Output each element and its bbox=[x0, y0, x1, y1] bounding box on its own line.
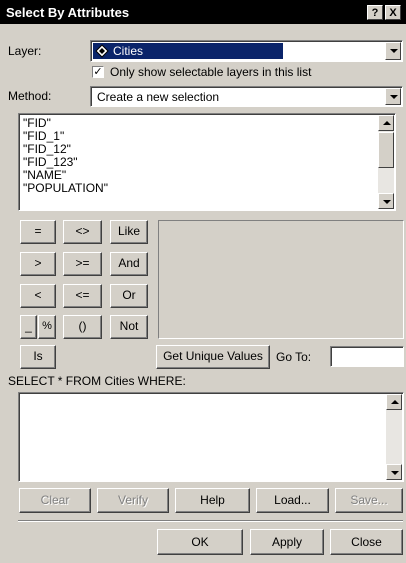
chevron-up-icon bbox=[391, 400, 399, 404]
query-textarea[interactable] bbox=[18, 392, 404, 482]
fields-list[interactable]: "FID" "FID_1" "FID_12" "FID_123" "NAME" … bbox=[18, 113, 396, 211]
title-bar: Select By Attributes ? X bbox=[0, 0, 406, 24]
save-button[interactable]: Save... bbox=[335, 488, 403, 513]
operator-parentheses-button[interactable]: () bbox=[63, 315, 102, 339]
clear-button[interactable]: Clear bbox=[19, 488, 91, 513]
operator-equals-button[interactable]: = bbox=[20, 220, 56, 244]
layer-value: Cities bbox=[113, 44, 144, 58]
layer-diamond-icon bbox=[95, 44, 109, 58]
goto-input[interactable] bbox=[330, 346, 404, 367]
verify-button[interactable]: Verify bbox=[97, 488, 169, 513]
field-item[interactable]: "POPULATION" bbox=[23, 182, 108, 195]
fields-list-items: "FID" "FID_1" "FID_12" "FID_123" "NAME" … bbox=[23, 117, 108, 195]
scroll-up-button[interactable] bbox=[386, 394, 402, 410]
query-label: SELECT * FROM Cities WHERE: bbox=[8, 374, 186, 388]
ok-button[interactable]: OK bbox=[157, 529, 243, 555]
operator-like-button[interactable]: Like bbox=[110, 220, 148, 244]
layer-dropdown-button[interactable] bbox=[385, 42, 401, 60]
operator-greater-button[interactable]: > bbox=[20, 252, 56, 276]
unique-values-list[interactable] bbox=[158, 220, 404, 339]
method-dropdown-button[interactable] bbox=[385, 88, 401, 105]
scroll-thumb[interactable] bbox=[378, 132, 394, 168]
method-label: Method: bbox=[8, 89, 52, 103]
only-selectable-label: Only show selectable layers in this list bbox=[110, 65, 312, 79]
apply-button[interactable]: Apply bbox=[250, 529, 324, 555]
operator-is-button[interactable]: Is bbox=[20, 345, 56, 369]
scroll-up-button[interactable] bbox=[378, 115, 394, 131]
operator-underscore-button[interactable]: _ bbox=[20, 315, 37, 339]
only-selectable-checkbox[interactable]: ✓ bbox=[92, 66, 104, 78]
operator-greater-equal-button[interactable]: >= bbox=[63, 252, 102, 276]
chevron-up-icon bbox=[383, 121, 391, 125]
operator-and-button[interactable]: And bbox=[110, 252, 148, 276]
goto-label: Go To: bbox=[276, 350, 312, 364]
layer-label: Layer: bbox=[8, 44, 42, 58]
scroll-down-button[interactable] bbox=[386, 464, 402, 480]
chevron-down-icon bbox=[391, 471, 399, 475]
layer-dropdown[interactable]: Cities bbox=[90, 40, 403, 62]
help-button[interactable]: Help bbox=[175, 488, 250, 513]
chevron-down-icon bbox=[390, 95, 398, 99]
chevron-down-icon bbox=[383, 200, 391, 204]
operator-less-button[interactable]: < bbox=[20, 284, 56, 308]
method-dropdown[interactable]: Create a new selection bbox=[90, 86, 403, 107]
close-title-button[interactable]: X bbox=[385, 5, 401, 20]
get-unique-values-button[interactable]: Get Unique Values bbox=[156, 345, 270, 369]
operator-or-button[interactable]: Or bbox=[110, 284, 148, 308]
chevron-down-icon bbox=[390, 49, 398, 53]
operator-percent-button[interactable]: % bbox=[38, 315, 56, 339]
dialog-title: Select By Attributes bbox=[6, 5, 130, 20]
load-button[interactable]: Load... bbox=[256, 488, 329, 513]
query-scrollbar[interactable] bbox=[386, 394, 402, 480]
operator-less-equal-button[interactable]: <= bbox=[63, 284, 102, 308]
scroll-down-button[interactable] bbox=[378, 193, 394, 209]
fields-scrollbar[interactable] bbox=[378, 115, 394, 209]
separator bbox=[18, 520, 403, 522]
close-button[interactable]: Close bbox=[330, 529, 403, 555]
method-value: Create a new selection bbox=[97, 90, 220, 104]
select-by-attributes-dialog: Select By Attributes ? X Layer: Cities ✓… bbox=[0, 0, 406, 563]
operator-not-equal-button[interactable]: <> bbox=[63, 220, 102, 244]
operator-not-button[interactable]: Not bbox=[110, 315, 148, 339]
help-title-button[interactable]: ? bbox=[367, 5, 383, 20]
